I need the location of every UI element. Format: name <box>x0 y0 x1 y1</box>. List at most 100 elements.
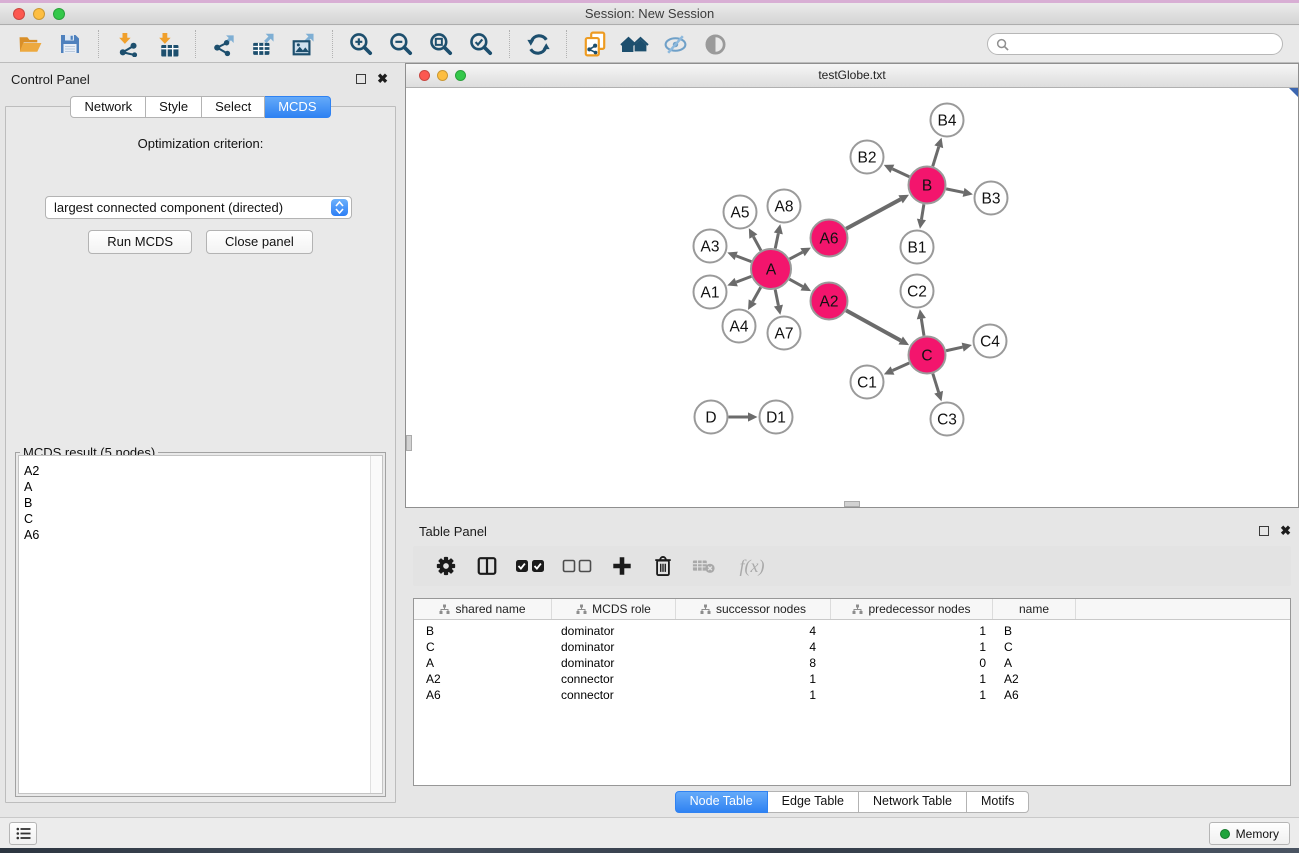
table-cell[interactable]: dominator <box>552 655 676 671</box>
table-cell[interactable]: 0 <box>831 655 993 671</box>
open-session-icon[interactable] <box>15 29 45 59</box>
run-mcds-button[interactable]: Run MCDS <box>88 230 192 254</box>
table-cell[interactable]: A2 <box>993 671 1076 687</box>
table-cell[interactable]: 8 <box>676 655 831 671</box>
table-cell[interactable]: C <box>414 639 552 655</box>
table-cell[interactable]: 1 <box>831 671 993 687</box>
graph-node-B2[interactable]: B2 <box>851 141 884 174</box>
table-cell[interactable]: 1 <box>831 639 993 655</box>
table-cell[interactable]: dominator <box>552 623 676 639</box>
save-session-icon[interactable] <box>55 29 85 59</box>
close-window-button[interactable] <box>13 8 25 20</box>
graph-edge-A2-C[interactable] <box>846 310 901 340</box>
mcds-result-list[interactable]: A2ABCA6 <box>18 455 383 794</box>
table-cell[interactable]: 4 <box>676 639 831 655</box>
graph-edge-A-A6[interactable] <box>790 252 803 259</box>
column-header-shared-name[interactable]: shared name <box>414 599 552 619</box>
graph-node-A1[interactable]: A1 <box>694 276 727 309</box>
mcds-result-item[interactable]: A2 <box>19 463 382 479</box>
hide-panels-icon[interactable] <box>660 29 690 59</box>
table-cell[interactable]: A <box>993 655 1076 671</box>
float-table-panel-icon[interactable] <box>1259 526 1269 536</box>
graph-edge-A-A7[interactable] <box>775 290 778 306</box>
zoom-selected-icon[interactable] <box>466 29 496 59</box>
tab-mcds[interactable]: MCDS <box>265 96 330 118</box>
table-cell[interactable]: A6 <box>993 687 1076 703</box>
graph-node-C4[interactable]: C4 <box>974 325 1007 358</box>
close-panel-icon[interactable]: ✖ <box>377 74 388 84</box>
table-cell[interactable]: 1 <box>831 687 993 703</box>
search-field[interactable] <box>987 33 1283 55</box>
new-network-from-selection-icon[interactable] <box>580 29 610 59</box>
zoom-fit-icon[interactable] <box>426 29 456 59</box>
export-image-icon[interactable] <box>289 29 319 59</box>
close-panel-button[interactable]: Close panel <box>206 230 313 254</box>
column-header-name[interactable]: name <box>993 599 1076 619</box>
graph-node-B1[interactable]: B1 <box>901 231 934 264</box>
table-row[interactable]: Cdominator41C <box>414 639 1290 655</box>
mcds-result-item[interactable]: B <box>19 495 382 511</box>
graph-edge-B-B4[interactable] <box>933 147 939 167</box>
graph-node-B[interactable]: B <box>909 167 946 204</box>
graph-node-A[interactable]: A <box>751 249 791 289</box>
titlebar[interactable]: Session: New Session <box>0 3 1299 25</box>
table-cell[interactable]: B <box>993 623 1076 639</box>
refresh-icon[interactable] <box>523 29 553 59</box>
network-minimize-button[interactable] <box>437 70 448 81</box>
graph-node-A4[interactable]: A4 <box>723 310 756 343</box>
home-icon[interactable] <box>620 29 650 59</box>
graph-edge-A-A4[interactable] <box>753 287 761 301</box>
graph-edge-A-A5[interactable] <box>753 237 761 251</box>
export-network-icon[interactable] <box>209 29 239 59</box>
import-network-icon[interactable] <box>112 29 142 59</box>
zoom-out-icon[interactable] <box>386 29 416 59</box>
table-cell[interactable]: C <box>993 639 1076 655</box>
table-row[interactable]: A6connector11A6 <box>414 687 1290 703</box>
graph-edge-C-C1[interactable] <box>893 363 910 371</box>
graph-node-A6[interactable]: A6 <box>811 220 848 257</box>
graph-node-A3[interactable]: A3 <box>694 230 727 263</box>
column-header-successor-nodes[interactable]: successor nodes <box>676 599 831 619</box>
birds-eye-corner-icon[interactable] <box>1289 88 1298 97</box>
task-history-button[interactable] <box>9 822 37 845</box>
graph-node-B4[interactable]: B4 <box>931 104 964 137</box>
tab-edge-table[interactable]: Edge Table <box>768 791 859 813</box>
settings-gear-icon[interactable] <box>431 552 461 580</box>
column-header-predecessor-nodes[interactable]: predecessor nodes <box>831 599 993 619</box>
vertical-scroll-thumb[interactable] <box>406 435 412 451</box>
export-table-icon[interactable] <box>249 29 279 59</box>
show-panels-icon[interactable] <box>700 29 730 59</box>
graph-edge-B-B3[interactable] <box>946 189 963 193</box>
table-cell[interactable]: 4 <box>676 623 831 639</box>
graph-node-A2[interactable]: A2 <box>811 283 848 320</box>
tab-node-table[interactable]: Node Table <box>675 791 768 813</box>
table-row[interactable]: Adominator80A <box>414 655 1290 671</box>
memory-button[interactable]: Memory <box>1209 822 1290 845</box>
column-header-MCDS-role[interactable]: MCDS role <box>552 599 676 619</box>
graph-node-C1[interactable]: C1 <box>851 366 884 399</box>
criterion-dropdown[interactable]: largest connected component (directed) <box>45 196 352 219</box>
tab-style[interactable]: Style <box>146 96 202 118</box>
graph-node-C3[interactable]: C3 <box>931 403 964 436</box>
graph-edge-A6-B[interactable] <box>846 199 900 228</box>
graph-node-C2[interactable]: C2 <box>901 275 934 308</box>
graph-edge-A-A1[interactable] <box>736 276 751 282</box>
zoom-in-icon[interactable] <box>346 29 376 59</box>
graph-node-B3[interactable]: B3 <box>975 182 1008 215</box>
network-graph[interactable]: B4B2BB3A5A8A6A3AB1A1C2A2A4A7C4C1CC3DD1 <box>406 88 1298 507</box>
float-panel-icon[interactable] <box>356 74 366 84</box>
tab-network[interactable]: Network <box>70 96 146 118</box>
table-cell[interactable]: A <box>414 655 552 671</box>
table-cell[interactable]: 1 <box>831 623 993 639</box>
graph-edge-C-C3[interactable] <box>933 374 939 393</box>
graph-edge-A-A8[interactable] <box>775 233 778 248</box>
graph-node-D1[interactable]: D1 <box>760 401 793 434</box>
add-column-icon[interactable] <box>607 552 637 580</box>
result-scrollbar[interactable] <box>370 456 382 793</box>
network-canvas[interactable]: B4B2BB3A5A8A6A3AB1A1C2A2A4A7C4C1CC3DD1 <box>406 88 1298 507</box>
table-row[interactable]: A2connector11A2 <box>414 671 1290 687</box>
graph-edge-A-A2[interactable] <box>789 279 802 286</box>
network-zoom-button[interactable] <box>455 70 466 81</box>
graph-edge-C-C2[interactable] <box>921 319 924 336</box>
graph-node-A7[interactable]: A7 <box>768 317 801 350</box>
